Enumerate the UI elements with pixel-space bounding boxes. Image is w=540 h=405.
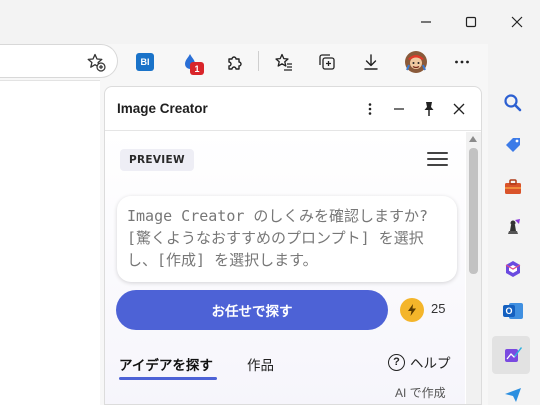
favorites-button[interactable] [270, 48, 298, 76]
web-page-area [0, 80, 100, 405]
add-favorite-icon [87, 53, 106, 72]
sidebar-item-send[interactable] [500, 382, 526, 405]
scroll-up-arrow-icon[interactable] [469, 136, 477, 142]
games-chess-icon [508, 219, 520, 234]
pane-scrollbar[interactable] [466, 132, 481, 404]
boost-indicator[interactable] [400, 298, 424, 322]
bi-extension-icon: BI [136, 53, 154, 71]
hamburger-menu-button[interactable] [427, 151, 449, 169]
favorites-icon [275, 53, 292, 71]
minimize-icon [394, 108, 404, 110]
lightning-bolt-icon [408, 304, 416, 316]
minimize-window-button[interactable] [412, 8, 440, 36]
extension-notify-button[interactable]: 1 [176, 48, 204, 76]
outlook-icon: O [503, 302, 523, 320]
send-icon [505, 388, 521, 402]
downloads-button[interactable] [357, 48, 385, 76]
collections-icon [319, 54, 335, 70]
help-label: ヘルプ [410, 356, 451, 371]
boost-count: 25 [431, 301, 446, 316]
extensions-puzzle-icon [228, 56, 242, 70]
bi-extension-button[interactable]: BI [131, 48, 159, 76]
sidebar-item-outlook[interactable]: O [500, 298, 526, 324]
help-button[interactable]: ? ヘルプ [388, 352, 451, 372]
pane-more-button[interactable] [359, 98, 381, 120]
close-window-button[interactable] [503, 8, 531, 36]
close-icon [511, 16, 523, 28]
toolbar-separator [258, 51, 259, 71]
shopping-tag-icon [506, 138, 520, 152]
maximize-icon [465, 16, 477, 28]
profile-avatar-icon [405, 51, 427, 73]
prompt-input[interactable]: Image Creator のしくみを確認しますか? [驚くようなおすすめのプロ… [117, 196, 457, 282]
notification-badge: 1 [190, 62, 204, 75]
microsoft365-icon [505, 261, 521, 277]
extensions-button[interactable] [221, 48, 249, 76]
image-creator-pane: Image Creator PREVIEW Image Creator のしくみ… [104, 86, 482, 405]
sidebar-item-microsoft365[interactable] [500, 256, 526, 282]
scrollbar-thumb[interactable] [469, 148, 478, 274]
image-creator-icon [505, 347, 522, 362]
minimize-icon [421, 21, 431, 23]
tab-explore-ideas[interactable]: アイデアを探す [119, 354, 213, 374]
pane-header: Image Creator [105, 87, 481, 131]
more-icon [455, 60, 469, 64]
pin-icon [424, 102, 434, 116]
preview-badge: PREVIEW [120, 149, 194, 171]
sidebar-item-tools[interactable] [500, 174, 526, 200]
pane-title: Image Creator [117, 101, 208, 116]
add-favorite-button[interactable] [82, 48, 110, 76]
pane-minimize-button[interactable] [388, 98, 410, 120]
pane-pin-button[interactable] [418, 98, 440, 120]
tab-creations[interactable]: 作品 [247, 354, 274, 374]
active-tab-indicator [119, 377, 217, 380]
help-icon: ? [388, 353, 405, 371]
sidebar-item-shopping[interactable] [500, 132, 526, 158]
pane-close-button[interactable] [448, 98, 470, 120]
ai-made-label: AI で作成 [395, 386, 446, 400]
more-options-button[interactable] [448, 48, 476, 76]
sidebar-item-search[interactable] [500, 90, 526, 116]
downloads-icon [364, 54, 378, 70]
image-creator-content: PREVIEW Image Creator のしくみを確認しますか? [驚くよう… [105, 132, 465, 404]
tools-icon [505, 179, 521, 194]
sidebar-item-image-creator[interactable] [500, 342, 526, 368]
search-icon [504, 94, 522, 112]
profile-button[interactable] [402, 48, 430, 76]
more-vertical-icon [368, 103, 372, 115]
sidebar-item-games[interactable] [500, 214, 526, 240]
maximize-window-button[interactable] [457, 8, 485, 36]
close-icon [453, 103, 465, 115]
surprise-me-button[interactable]: お任せで探す [116, 290, 388, 330]
collections-button[interactable] [313, 48, 341, 76]
